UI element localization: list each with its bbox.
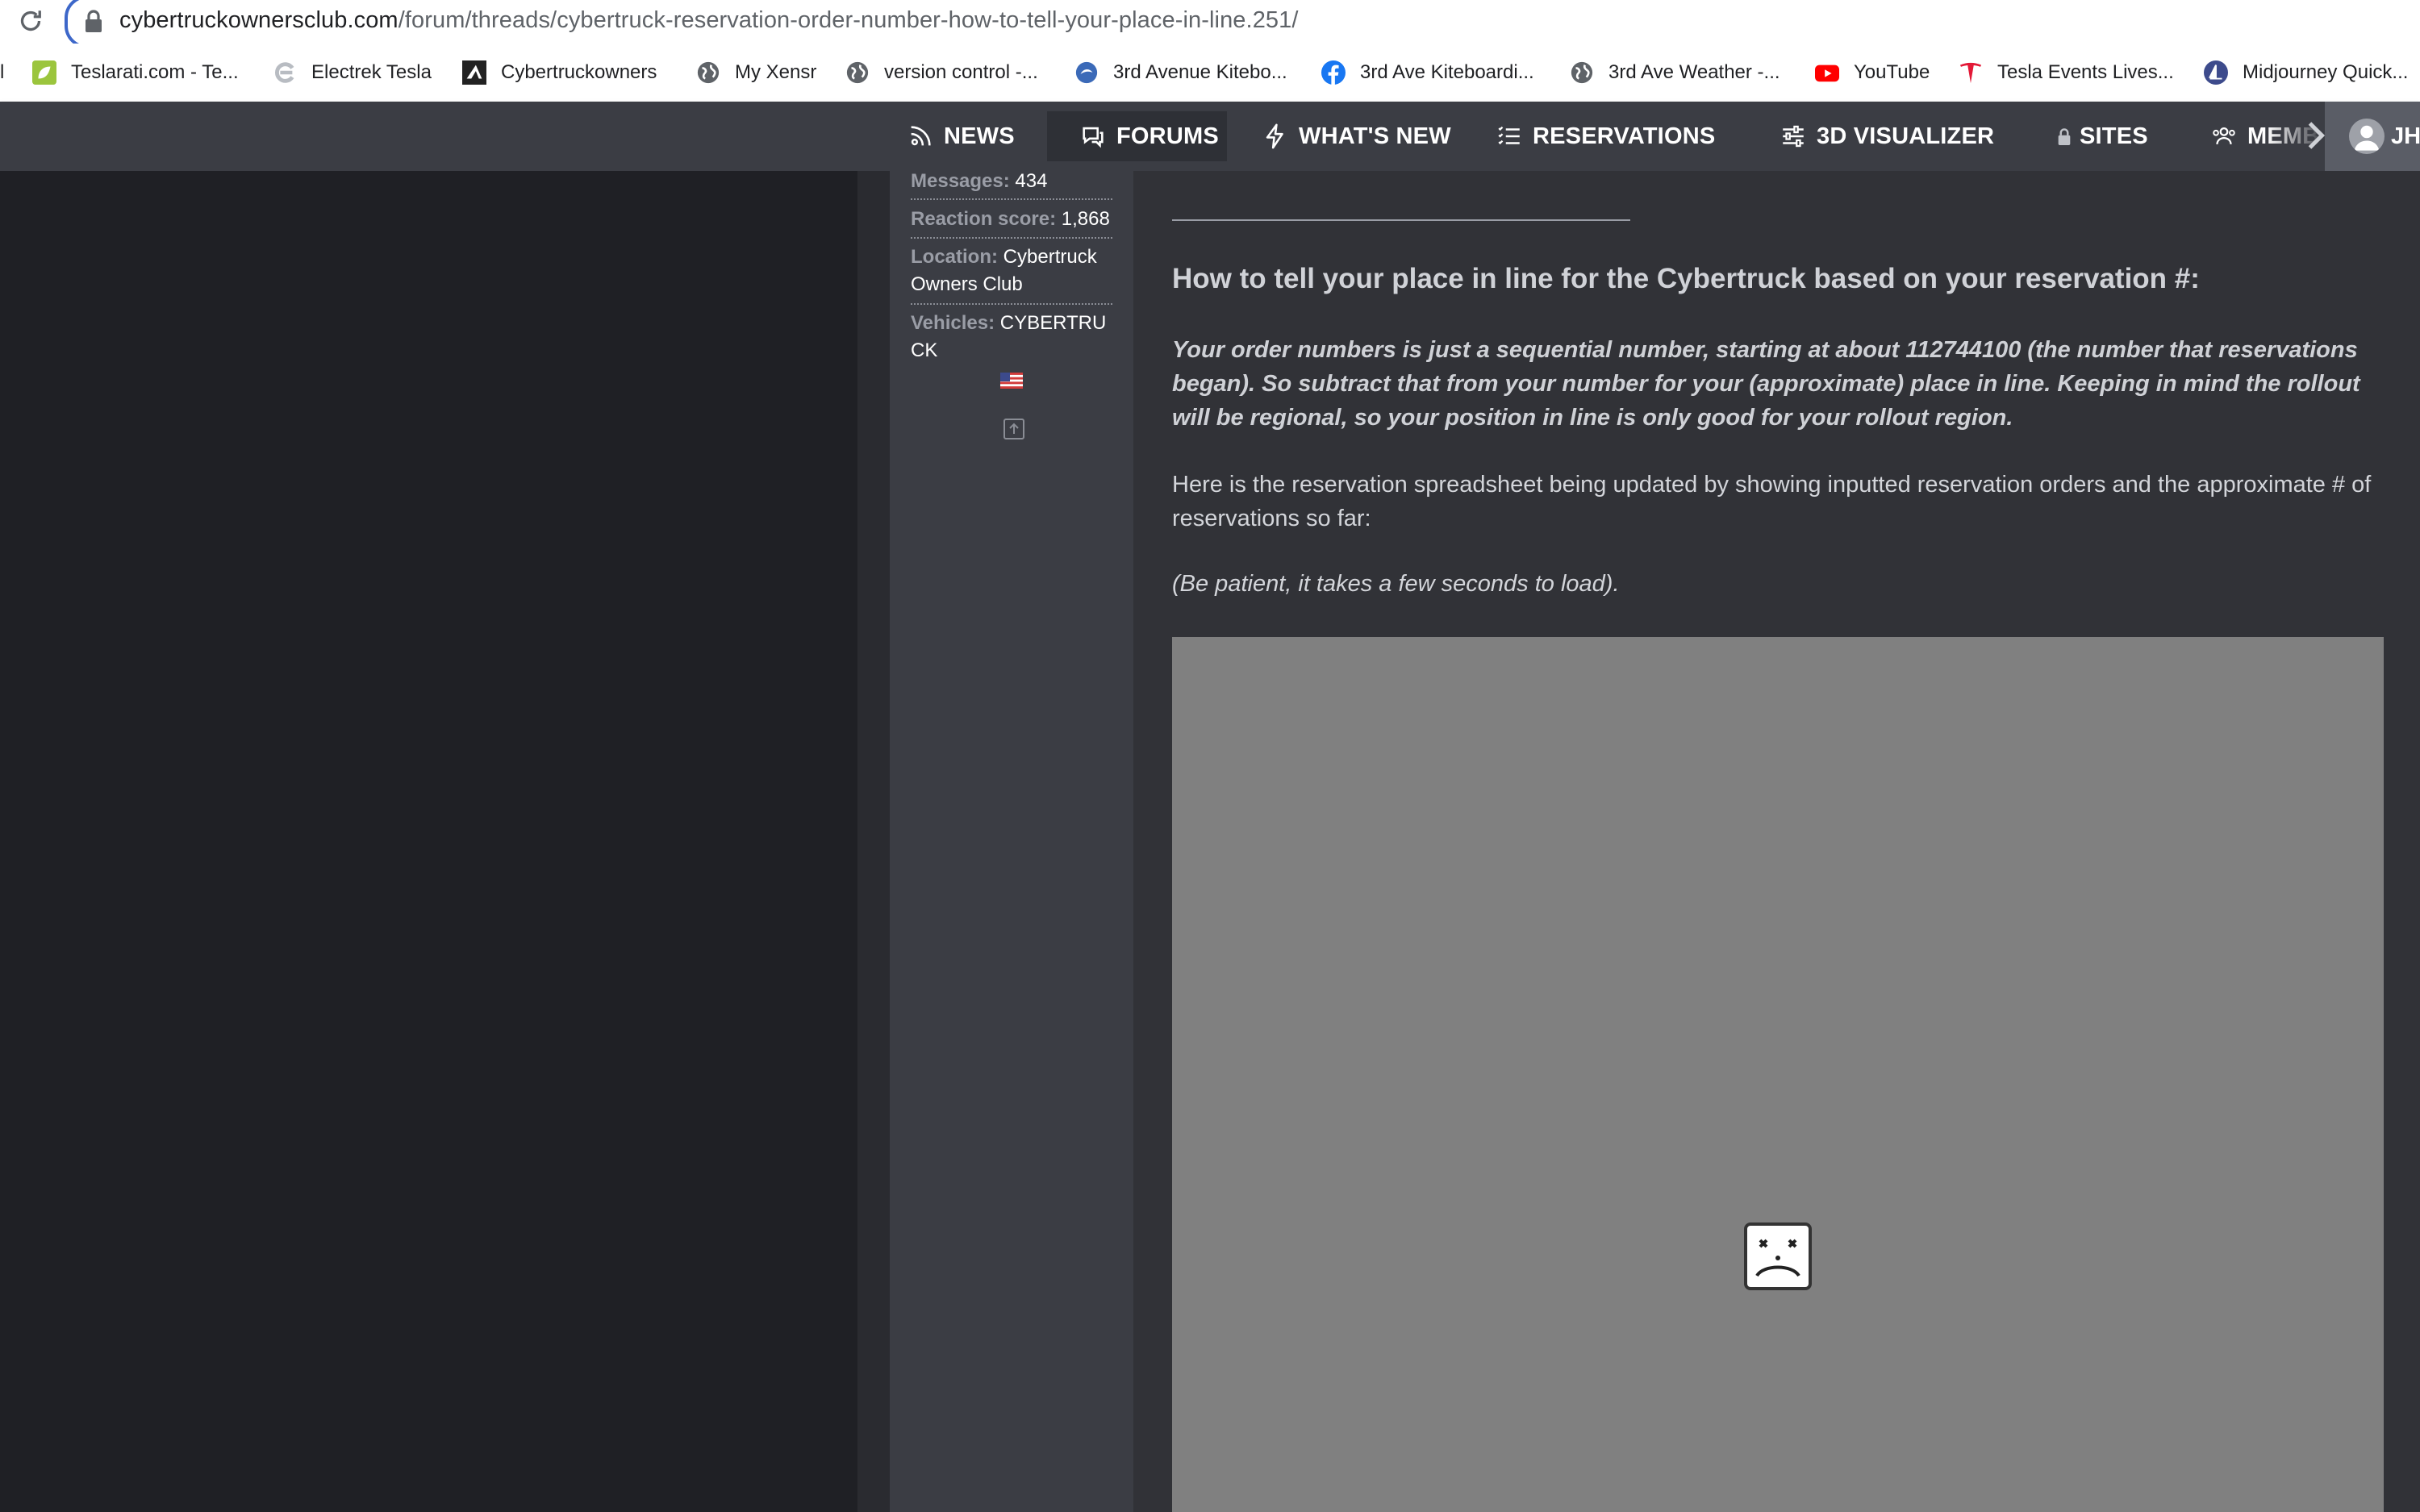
stat-divider [911,303,1112,305]
bookmark-tesla-events[interactable]: Tesla Events Lives... [1959,58,2174,87]
cybertruck-icon [462,60,486,85]
bookmark-midjourney[interactable]: Midjourney Quick... [2204,58,2408,87]
nav-news[interactable]: NEWS [907,111,1015,161]
stat-reaction-value: 1,868 [1061,208,1110,230]
bookmark-label: Tesla Events Lives... [1997,61,2174,83]
bookmark-label: Midjourney Quick... [2243,61,2409,83]
bookmark-teslarati[interactable]: Teslarati.com - Te... [32,58,239,87]
nav-sites-label: SITES [2080,123,2148,149]
nav-reservations-label: RESERVATIONS [1533,123,1716,149]
bookmark-electrek[interactable]: Electrek Tesla [273,58,432,87]
bookmark-label: Teslarati.com - Te... [71,61,239,83]
bookmark-youtube[interactable]: YouTube [1815,58,1930,87]
lock-icon[interactable] [84,10,103,32]
post-divider [1172,219,1630,221]
youtube-icon [1815,65,1839,82]
bookmark-label: Cybertruckowners [501,61,657,83]
user-initials: JH [2391,123,2420,149]
site-icon [1075,61,1098,84]
avatar [2349,119,2385,154]
url-domain: cybertruckownersclub.com [119,7,398,33]
bookmark-3rd-avenue-kitebo[interactable]: 3rd Avenue Kitebo... [1074,58,1287,87]
bookmark-version-control[interactable]: version control -... [845,58,1038,87]
stat-reaction-score: Reaction score: 1,868 [911,206,1114,233]
site-navigation: NEWS FORUMS WHAT'S NEW RESERVATIONS 3D V… [0,102,2420,171]
reload-icon[interactable] [16,6,45,35]
facebook-icon [1321,60,1346,85]
broken-plugin-icon [1744,1223,1812,1290]
nav-reservations[interactable]: RESERVATIONS [1496,111,1715,161]
post-left-edge [857,171,890,1512]
bookmark-my-xensr[interactable]: My Xensr [696,58,816,87]
bookmark-label: l [0,61,5,83]
bookmarks-bar: l Teslarati.com - Te... Electrek Tesla C… [0,44,2420,102]
tesla-icon [1959,62,1982,84]
bookmark-label: 3rd Ave Kiteboardi... [1360,61,1534,83]
page-background [0,171,857,1512]
bookmark-partial[interactable]: l [0,58,4,87]
lock-icon [2058,128,2071,145]
electrek-e-icon [275,62,294,83]
nav-news-label: NEWS [944,123,1015,149]
stat-reaction-label: Reaction score: [911,208,1057,230]
post-paragraph: Here is the reservation spreadsheet bein… [1172,472,2372,531]
nav-3d-visualizer[interactable]: 3D VISUALIZER [1780,111,1994,161]
bookmark-label: 3rd Ave Weather -... [1608,61,1780,83]
stat-vehicles-label: Vehicles: [911,312,995,334]
nav-forums[interactable]: FORUMS [1047,111,1227,161]
nav-whats-new[interactable]: WHAT'S NEW [1262,111,1451,161]
stat-messages-label: Messages: [911,170,1010,192]
bookmark-label: My Xensr [735,61,817,83]
spreadsheet-embed[interactable] [1172,637,2384,1512]
midjourney-icon [2204,60,2228,85]
url-path: /forum/threads/cybertruck-reservation-or… [398,7,1299,33]
bookmark-label: 3rd Avenue Kitebo... [1113,61,1287,83]
news-icon [911,126,931,146]
post-heading: How to tell your place in line for the C… [1172,263,2200,294]
globe-icon [846,61,869,84]
stat-messages: Messages: 434 [911,168,1114,195]
stat-messages-value: 434 [1015,170,1048,192]
bookmark-label: Electrek Tesla [311,61,432,83]
bookmark-label: version control -... [884,61,1038,83]
globe-icon [697,61,720,84]
us-flag-icon [1000,373,1023,389]
stat-location: Location: Cybertruck Owners Club [911,244,1114,298]
list-icon [1498,126,1520,145]
bookmark-cybertruckowners[interactable]: Cybertruckowners [462,58,657,87]
members-icon [2213,127,2235,145]
post-note: (Be patient, it takes a few seconds to l… [1172,571,1620,597]
scroll-to-top-icon[interactable] [1003,419,1024,439]
bookmark-3rd-ave-kiteboardi[interactable]: 3rd Ave Kiteboardi... [1321,58,1534,87]
leaf-icon [32,60,56,85]
stat-divider [911,198,1112,200]
url-text[interactable]: cybertruckownersclub.com/forum/threads/c… [119,7,1299,34]
user-menu[interactable]: JH [2325,102,2420,171]
nav-3d-visualizer-label: 3D VISUALIZER [1817,123,1995,149]
bookmark-3rd-ave-weather[interactable]: 3rd Ave Weather -... [1570,58,1780,87]
nav-forums-label: FORUMS [1116,123,1219,149]
post-bold-paragraph: Your order numbers is just a sequential … [1172,337,2360,431]
nav-whats-new-label: WHAT'S NEW [1299,123,1451,149]
stat-vehicles: Vehicles: CYBERTRUCK [911,310,1114,364]
globe-icon [1571,61,1593,84]
browser-address-bar: cybertruckownersclub.com/forum/threads/c… [0,0,2420,48]
user-icon [2354,125,2380,151]
stat-location-label: Location: [911,246,998,268]
bolt-icon [1266,123,1283,149]
nav-sites[interactable]: SITES [2055,111,2148,161]
chat-icon [1083,127,1104,148]
stat-divider [911,237,1112,239]
sliders-icon [1783,125,1804,148]
bookmark-label: YouTube [1854,61,1930,83]
